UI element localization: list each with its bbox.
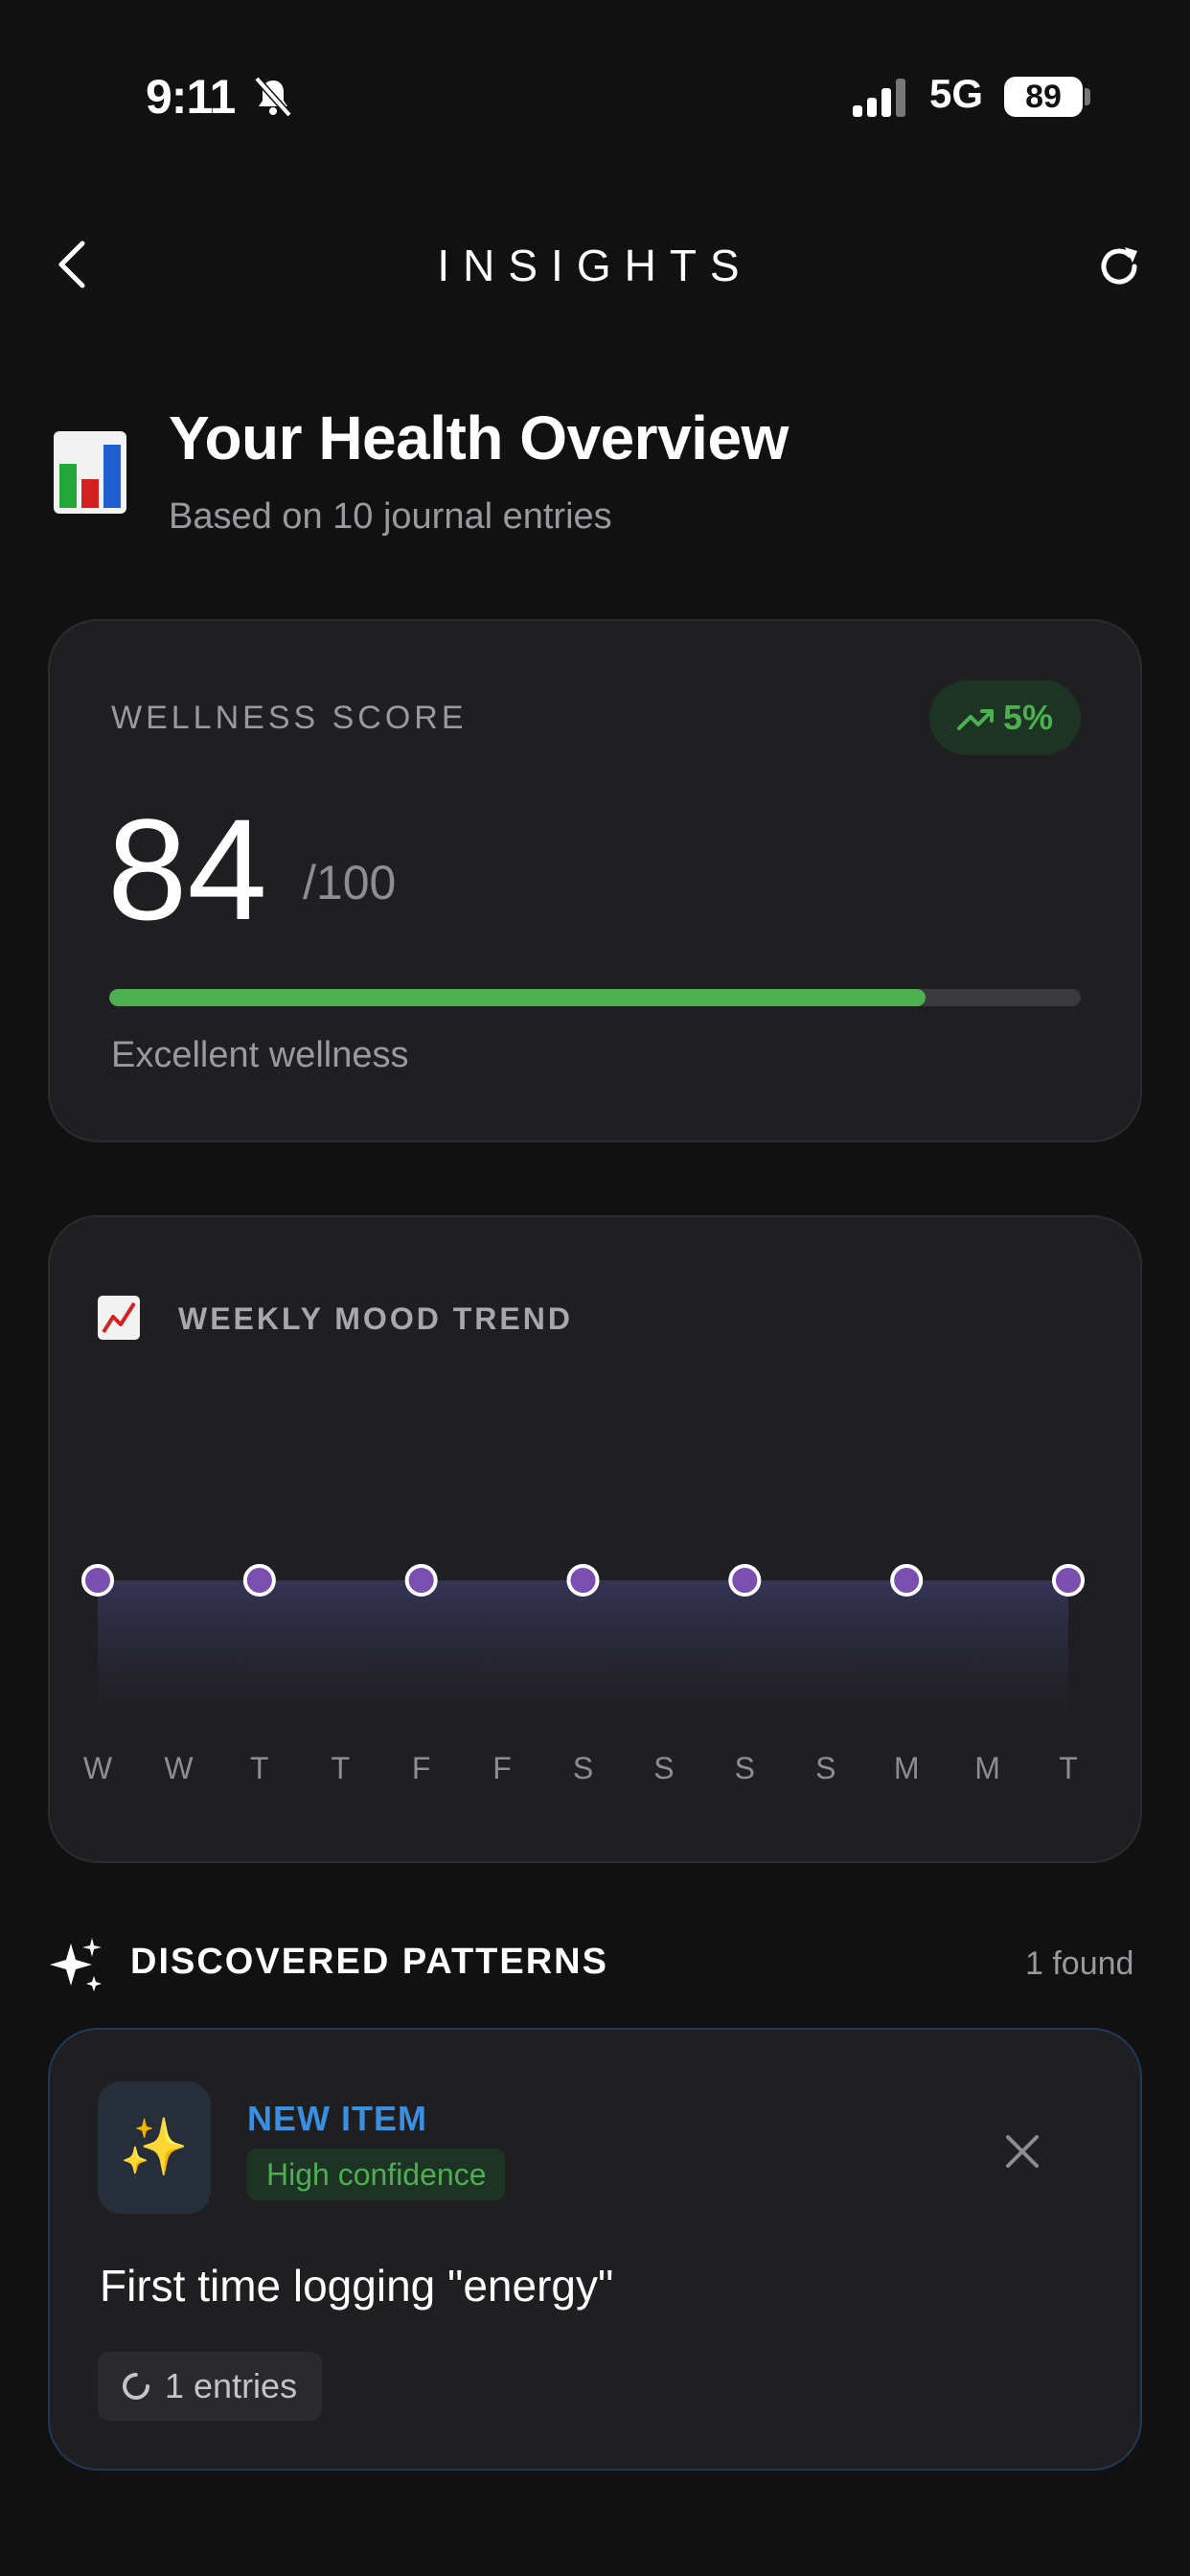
- wellness-progress-fill: [109, 989, 926, 1006]
- bar-chart-icon: [54, 431, 126, 514]
- pattern-text: First time logging "energy": [100, 2261, 614, 2311]
- progress-ring-icon: [123, 2373, 149, 2400]
- wellness-progress-bar: [109, 989, 1081, 1006]
- wellness-score-max: /100: [303, 856, 397, 909]
- wellness-status: Excellent wellness: [111, 1035, 409, 1075]
- mood-point[interactable]: [242, 1564, 276, 1597]
- mood-point[interactable]: [404, 1564, 438, 1597]
- mood-point[interactable]: [890, 1564, 924, 1597]
- patterns-count: 1 found: [1025, 1945, 1134, 1982]
- mood-x-tick: M: [894, 1751, 920, 1785]
- overview-title: Your Health Overview: [169, 403, 789, 472]
- mood-point[interactable]: [1052, 1564, 1085, 1597]
- refresh-icon[interactable]: [1092, 240, 1146, 293]
- mood-x-tick: T: [250, 1751, 269, 1785]
- wellness-score: 84: [107, 789, 267, 950]
- mood-chart: WWTTFFSSSSMMT: [81, 1564, 1085, 1785]
- signal-icon: [853, 79, 905, 117]
- silent-bell-icon: [254, 76, 292, 118]
- mood-x-tick: W: [164, 1751, 194, 1785]
- patterns-title: DISCOVERED PATTERNS: [130, 1942, 608, 1982]
- trend-value: 5%: [1002, 698, 1054, 737]
- sparkles-icon: [50, 1938, 102, 1991]
- pattern-type: NEW ITEM: [247, 2099, 427, 2138]
- mood-point[interactable]: [566, 1564, 600, 1597]
- entries-chip: 1 entries: [98, 2352, 323, 2421]
- entries-count: 1 entries: [165, 2366, 298, 2405]
- overview-subtitle: Based on 10 journal entries: [169, 496, 612, 537]
- battery-nub: [1085, 88, 1090, 105]
- mood-x-tick: S: [573, 1751, 593, 1785]
- mood-x-tick: F: [492, 1751, 512, 1785]
- pattern-sparkle-icon: ✨: [98, 2082, 211, 2214]
- mood-point[interactable]: [81, 1564, 114, 1597]
- wellness-label: WELLNESS SCORE: [111, 700, 468, 736]
- mood-x-tick: T: [1059, 1751, 1078, 1785]
- trend-up-icon: [956, 709, 994, 731]
- mood-x-tick: F: [412, 1751, 431, 1785]
- mood-x-tick: S: [815, 1751, 835, 1785]
- mood-x-tick: S: [653, 1751, 674, 1785]
- battery-level: 89: [1004, 77, 1083, 117]
- mood-x-tick: M: [974, 1751, 1000, 1785]
- close-icon[interactable]: [996, 2126, 1048, 2177]
- mood-x-tick: W: [83, 1751, 113, 1785]
- page-title: INSIGHTS: [437, 241, 753, 290]
- network-type: 5G: [929, 71, 984, 116]
- mood-point[interactable]: [728, 1564, 762, 1597]
- mood-area: [98, 1580, 1068, 1737]
- mood-x-tick: S: [735, 1751, 755, 1785]
- status-time: 9:11: [146, 70, 236, 124]
- mood-x-tick: T: [331, 1751, 350, 1785]
- trend-badge: 5%: [929, 680, 1081, 755]
- confidence-badge: High confidence: [247, 2149, 506, 2200]
